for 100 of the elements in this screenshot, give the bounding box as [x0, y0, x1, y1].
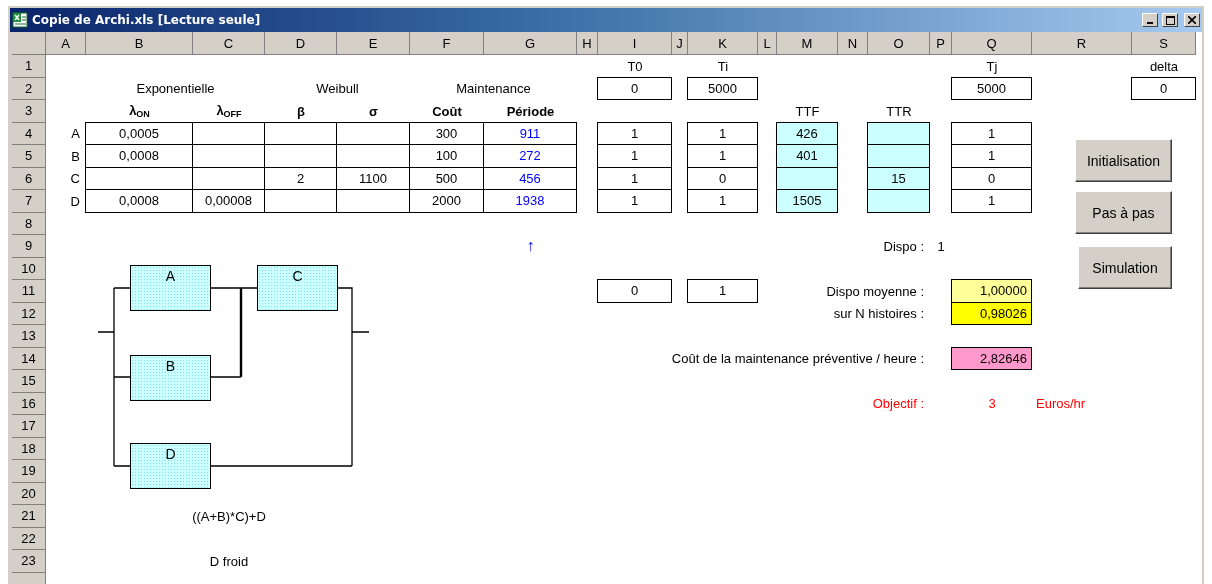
cell-text: D froid [209, 553, 249, 569]
cell-text: λ$_{ON}$ [129, 103, 150, 120]
row-header[interactable]: 9 [12, 235, 46, 258]
up-arrow-icon: ↑ [526, 237, 535, 256]
table-cell: 401 [776, 144, 838, 168]
row-header[interactable]: 7 [12, 190, 46, 213]
column-header[interactable]: I [598, 32, 672, 55]
cell-text: Weibull [316, 81, 359, 97]
row-header[interactable]: 15 [12, 370, 46, 393]
cell-text: Dispo moyenne : [826, 283, 924, 299]
table-cell: 5000 [951, 76, 1032, 100]
row-header[interactable]: 10 [12, 257, 46, 280]
cell-text: Coût [432, 103, 462, 119]
macro-button[interactable]: Initialisation [1075, 139, 1172, 182]
cell-text: sur N histoires : [833, 306, 924, 322]
diagram-block: D [130, 443, 211, 489]
table-cell: 1,00000 [951, 279, 1032, 303]
cell-text: Maintenance [456, 81, 531, 97]
cell-text: A [71, 126, 80, 142]
row-header[interactable]: 1 [12, 55, 46, 78]
column-header[interactable]: N [838, 32, 868, 55]
column-header[interactable]: A [46, 32, 86, 55]
table-cell: 911 [483, 121, 577, 145]
column-header[interactable]: B [86, 32, 193, 55]
column-header[interactable]: Q [952, 32, 1032, 55]
column-header[interactable]: E [337, 32, 410, 55]
row-header[interactable]: 4 [12, 122, 46, 145]
cell-text: λ$_{OFF}$ [216, 103, 242, 120]
table-cell [776, 166, 838, 190]
column-header[interactable]: H [577, 32, 598, 55]
close-button[interactable] [1184, 13, 1200, 27]
diagram-block: A [130, 265, 211, 311]
table-cell: 15 [867, 166, 930, 190]
row-header[interactable]: 3 [12, 100, 46, 123]
row-header[interactable]: 16 [12, 392, 46, 415]
column-header[interactable]: F [410, 32, 484, 55]
column-header[interactable]: M [777, 32, 838, 55]
table-cell: 0,98026 [951, 301, 1032, 325]
cell-text: C [70, 171, 80, 187]
table-cell: 0,0005 [85, 121, 193, 145]
row-header[interactable]: 6 [12, 167, 46, 190]
row-header[interactable]: 22 [12, 527, 46, 550]
table-cell: 0 [597, 279, 672, 303]
row-header[interactable]: 11 [12, 280, 46, 303]
column-header[interactable]: D [265, 32, 337, 55]
table-cell [867, 121, 930, 145]
cell-text: B [71, 148, 80, 164]
cell-text: TTR [886, 103, 912, 119]
row-header[interactable]: 18 [12, 437, 46, 460]
table-cell: 1 [951, 121, 1032, 145]
table-cell: 1 [597, 166, 672, 190]
cell-text: delta [1149, 58, 1179, 74]
column-header[interactable]: K [688, 32, 758, 55]
macro-button[interactable]: Pas à pas [1075, 191, 1172, 234]
table-cell: 1 [951, 189, 1032, 213]
row-header[interactable]: 23 [12, 550, 46, 573]
table-cell [867, 144, 930, 168]
table-cell: 0 [687, 166, 758, 190]
minimize-button[interactable] [1142, 13, 1158, 27]
table-cell: 426 [776, 121, 838, 145]
row-header[interactable]: 14 [12, 347, 46, 370]
table-cell: 2,82646 [951, 346, 1032, 370]
column-header[interactable]: R [1032, 32, 1132, 55]
spreadsheet-icon [12, 12, 28, 28]
column-header[interactable]: G [484, 32, 577, 55]
row-header[interactable]: 5 [12, 145, 46, 168]
column-header[interactable]: O [868, 32, 930, 55]
table-cell [867, 189, 930, 213]
cell-text: T0 [627, 58, 643, 74]
column-header[interactable]: J [672, 32, 688, 55]
cell-text: Coût de la maintenance préventive / heure : [671, 351, 924, 367]
row-header[interactable]: 19 [12, 460, 46, 483]
cell-text: ((A+B)*C)+D [192, 508, 266, 524]
cell-text: Tj [986, 58, 998, 74]
table-cell: 1 [597, 189, 672, 213]
column-header[interactable]: P [930, 32, 952, 55]
row-header[interactable]: 13 [12, 325, 46, 348]
row-header[interactable]: 8 [12, 212, 46, 235]
cell-text: Ti [717, 58, 729, 74]
macro-button[interactable]: Simulation [1078, 246, 1172, 289]
maximize-button[interactable] [1162, 13, 1178, 27]
table-cell: 1 [687, 121, 758, 145]
table-cell: 1 [951, 144, 1032, 168]
cell-text: Dispo : [883, 238, 924, 254]
select-all-corner[interactable] [12, 32, 46, 55]
cell-text: Euros/hr [1036, 396, 1086, 412]
table-cell: 0 [597, 76, 672, 100]
diagram-block: B [130, 355, 211, 401]
column-header[interactable]: S [1132, 32, 1196, 55]
column-header[interactable]: C [193, 32, 265, 55]
row-header[interactable]: 17 [12, 415, 46, 438]
row-header[interactable]: 20 [12, 482, 46, 505]
row-header[interactable]: 2 [12, 77, 46, 100]
row-header[interactable]: 12 [12, 302, 46, 325]
table-cell: 1938 [483, 189, 577, 213]
cell-text: 1 [937, 238, 945, 254]
column-header[interactable]: L [758, 32, 777, 55]
row-header[interactable]: 21 [12, 505, 46, 528]
table-cell: 1 [687, 279, 758, 303]
cell-text: Objectif : [872, 396, 924, 412]
